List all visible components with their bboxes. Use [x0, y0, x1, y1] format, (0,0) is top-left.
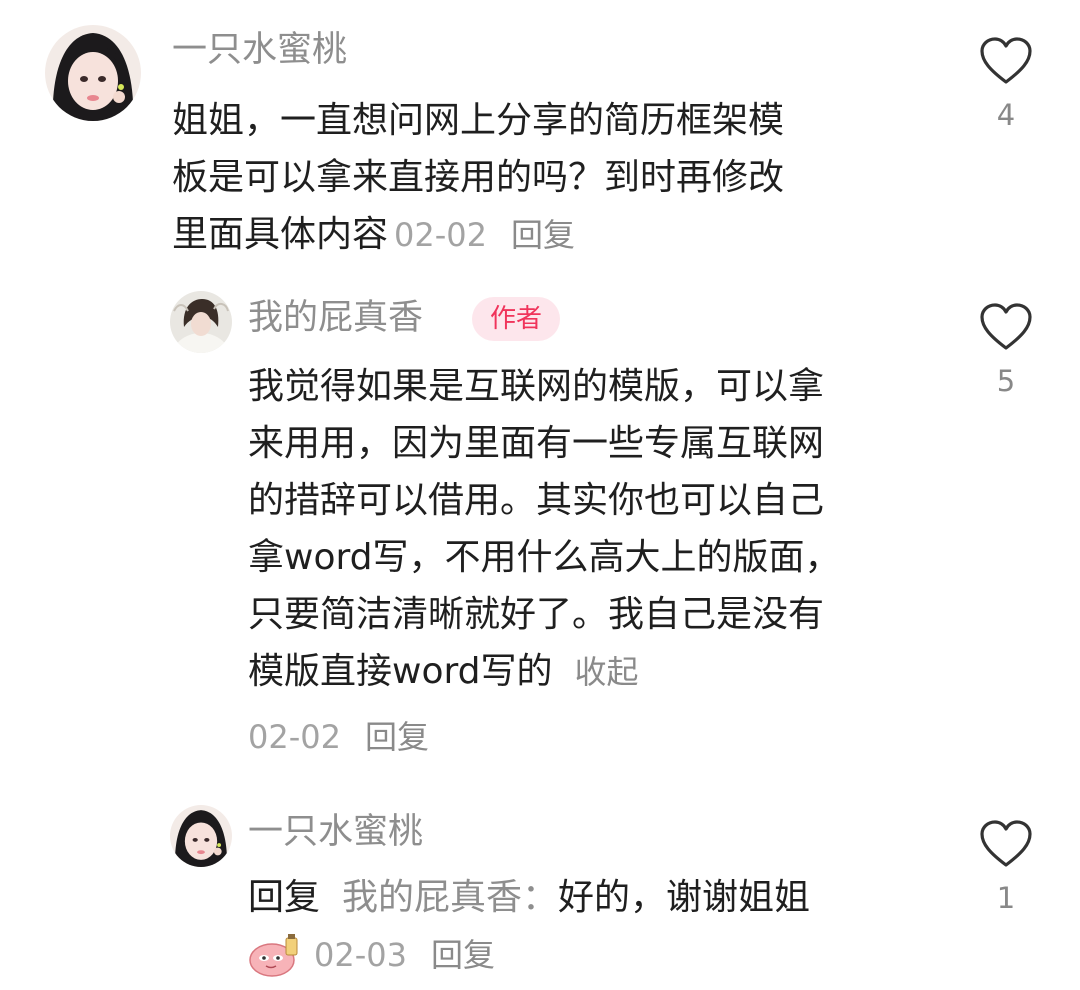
like-button[interactable]: 4 [970, 36, 1042, 132]
author-badge: 作者 [472, 297, 561, 341]
comment-line-text: 好的，谢谢姐姐 [558, 877, 811, 918]
comment-meta: 02-03 回复 [248, 930, 495, 980]
username[interactable]: 一只水蜜桃 [248, 807, 423, 857]
comment-line-text: 里面具体内容 [172, 214, 389, 255]
heart-outline-icon [980, 820, 1032, 867]
reply-target-user[interactable]: 我的屁真香： [342, 877, 558, 918]
avatar[interactable] [170, 805, 232, 867]
pink-blob-sticker [249, 934, 298, 977]
comment-line: 来用用，因为里面有一些专属互联网 [248, 423, 825, 464]
like-button[interactable]: 5 [970, 302, 1042, 398]
comment-date: 02-02 [248, 718, 341, 756]
avatar-image [170, 805, 232, 867]
comment-text: 姐姐，一直想问网上分享的简历框架模 板是可以拿来直接用的吗？到时再修改 里面具体… [172, 92, 784, 264]
comment-text: 我觉得如果是互联网的模版，可以拿 来用用，因为里面有一些专属互联网 的措辞可以借… [248, 358, 841, 701]
collapse-button[interactable]: 收起 [575, 653, 639, 691]
like-count: 4 [996, 98, 1016, 132]
comment-meta: 02-02 回复 [248, 712, 429, 762]
comment-line: 姐姐，一直想问网上分享的简历框架模 [172, 100, 785, 141]
like-button[interactable]: 1 [970, 819, 1042, 915]
reply-button[interactable]: 回复 [431, 930, 495, 980]
comment-text: 回复 我的屁真香：好的，谢谢姐姐 [248, 869, 810, 926]
username[interactable]: 我的屁真香 [248, 293, 423, 343]
comment-2: 我的屁真香 作者 我觉得如果是互联网的模版，可以拿 来用用，因为里面有一些专属互… [0, 280, 1080, 780]
heart-outline-icon [980, 37, 1032, 84]
comment-line: 只要简洁清晰就好了。我自己是没有 [248, 594, 825, 635]
like-count: 5 [996, 364, 1016, 398]
comment-line: 拿word写，不用什么高大上的版面， [248, 537, 841, 578]
comment-line-last: 里面具体内容 02-02 回复 [172, 206, 784, 264]
comment-line: 我觉得如果是互联网的模版，可以拿 [248, 366, 825, 407]
heart-outline-icon [980, 303, 1032, 350]
comment-line-text: 模版直接word写的 [248, 651, 553, 692]
comment-line-last: 模版直接word写的 收起 [248, 643, 841, 701]
reply-button[interactable]: 回复 [511, 216, 575, 254]
comment-1: 一只水蜜桃 姐姐，一直想问网上分享的简历框架模 板是可以拿来直接用的吗？到时再修… [0, 0, 1080, 270]
comment-3: 一只水蜜桃 回复 我的屁真香：好的，谢谢姐姐 02-03 回复 1 [0, 795, 1080, 990]
comment-line: 的措辞可以借用。其实你也可以自己 [248, 480, 825, 521]
like-count: 1 [996, 881, 1016, 915]
reply-prefix: 回复 [248, 877, 321, 918]
avatar[interactable] [45, 25, 141, 121]
avatar-image [45, 25, 141, 121]
comment-line: 板是可以拿来直接用的吗？到时再修改 [172, 157, 785, 198]
comment-date: 02-02 [394, 216, 487, 254]
avatar-image [170, 291, 232, 353]
avatar[interactable] [170, 291, 232, 353]
username[interactable]: 一只水蜜桃 [172, 25, 347, 75]
comment-date: 02-03 [314, 936, 407, 974]
reply-button[interactable]: 回复 [365, 718, 429, 756]
